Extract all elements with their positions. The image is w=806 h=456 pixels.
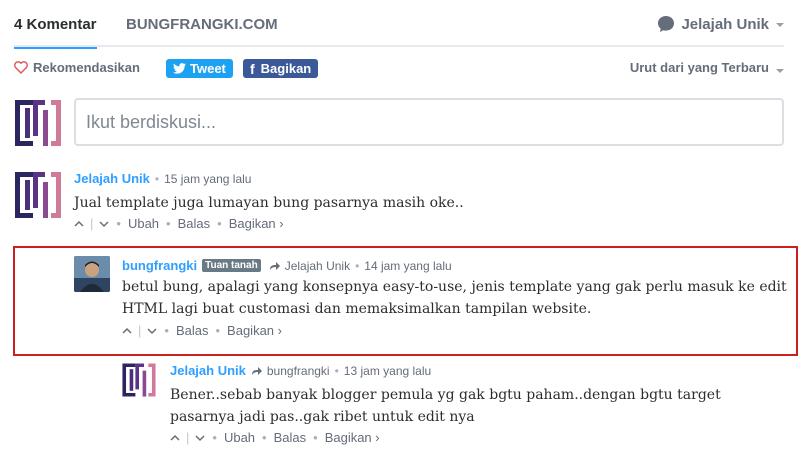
separator-dot: • <box>116 216 121 231</box>
separator-dot: • <box>164 323 169 338</box>
discussion-nav: 4 Komentar BUNGFRANGKI.COM Jelajah Unik <box>14 0 784 49</box>
comment-footer: | • Ubah • Balas • Bagikan › <box>74 216 284 231</box>
comment-author[interactable]: bungfrangki <box>122 258 197 273</box>
chevron-down-icon <box>776 69 784 73</box>
downvote-icon[interactable] <box>99 220 109 228</box>
twitter-bird-icon <box>173 63 186 74</box>
separator-dot: • <box>215 323 221 338</box>
avatar[interactable] <box>121 362 157 398</box>
upvote-icon[interactable] <box>122 327 132 335</box>
recommend-button[interactable]: Rekomendasikan <box>14 60 140 75</box>
tweet-label: Tweet <box>190 61 226 76</box>
separator-dot: • <box>212 430 217 445</box>
separator-dot: • <box>166 216 171 231</box>
reply-arrow-icon <box>251 366 262 375</box>
comment-time[interactable]: 13 jam yang lalu <box>344 364 431 378</box>
facebook-share-button[interactable]: f Bagikan <box>243 59 319 78</box>
avatar[interactable] <box>13 170 63 220</box>
separator-dot: • <box>313 430 318 445</box>
share-link[interactable]: Bagikan › <box>325 430 380 445</box>
reply-to-user[interactable]: Jelajah Unik <box>285 259 350 273</box>
separator-dot: • <box>334 363 339 378</box>
reply-arrow-icon <box>269 261 280 270</box>
comment-body: Jual template juga lumayan bung pasarnya… <box>74 195 464 211</box>
comment-body: Bener..sebab banyak blogger pemula yg ga… <box>170 387 721 425</box>
comment-meta: Jelajah Unik bungfrangki • 13 jam yang l… <box>170 363 431 378</box>
comment-input[interactable] <box>74 98 784 146</box>
reply-link[interactable]: Balas <box>274 430 307 445</box>
reply-to-user[interactable]: bungfrangki <box>267 364 330 378</box>
edit-link[interactable]: Ubah <box>128 216 159 231</box>
sort-label: Urut dari yang Terbaru <box>629 60 769 75</box>
separator-dot: • <box>154 171 160 186</box>
sort-dropdown[interactable]: Urut dari yang Terbaru <box>630 60 784 75</box>
facebook-icon: f <box>250 60 255 77</box>
separator-dot: • <box>355 258 360 273</box>
chevron-down-icon <box>776 23 784 27</box>
comment-footer: | • Ubah • Balas • Bagikan › <box>170 430 380 445</box>
edit-link[interactable]: Ubah <box>224 430 255 445</box>
comment-footer: | • Balas • Bagikan › <box>122 323 282 338</box>
recommend-label: Rekomendasikan <box>33 60 140 75</box>
comment-meta: Jelajah Unik • 15 jam yang lalu <box>74 171 251 186</box>
share-label: Bagikan <box>260 61 312 76</box>
tweet-button[interactable]: Tweet <box>166 59 233 78</box>
vote-separator: | <box>138 323 142 338</box>
comment-time[interactable]: 14 jam yang lalu <box>364 259 451 273</box>
separator-dot: • <box>217 216 222 231</box>
user-avatar <box>13 98 63 148</box>
comment-meta: bungfrangki Tuan tanah Jelajah Unik • 14… <box>122 258 452 273</box>
tab-site[interactable]: BUNGFRANGKI.COM <box>126 16 278 33</box>
heart-icon <box>14 61 28 74</box>
chat-bubble-icon <box>658 16 675 32</box>
reply-link[interactable]: Balas <box>178 216 211 231</box>
share-link[interactable]: Bagikan › <box>227 323 282 338</box>
upvote-icon[interactable] <box>74 220 84 228</box>
user-name: Jelajah Unik <box>681 15 769 33</box>
share-link[interactable]: Bagikan › <box>229 216 284 231</box>
comment-author[interactable]: Jelajah Unik <box>74 171 150 186</box>
downvote-icon[interactable] <box>147 327 157 335</box>
vote-separator: | <box>90 216 94 231</box>
separator-dot: • <box>262 430 267 445</box>
user-photo-icon <box>74 256 110 292</box>
vote-separator: | <box>186 430 190 445</box>
user-menu[interactable]: Jelajah Unik <box>657 15 784 33</box>
reply-link[interactable]: Balas <box>176 323 209 338</box>
upvote-icon[interactable] <box>170 434 180 442</box>
comment-author[interactable]: Jelajah Unik <box>170 363 246 378</box>
comment-body: betul bung, apalagi yang konsepnya easy-… <box>122 279 787 317</box>
comment-time[interactable]: 15 jam yang lalu <box>164 172 251 186</box>
action-bar: Rekomendasikan Tweet f Bagikan Urut dari… <box>14 59 784 79</box>
avatar[interactable] <box>74 256 110 292</box>
tab-comments[interactable]: 4 Komentar <box>14 16 97 49</box>
moderator-badge: Tuan tanah <box>202 259 261 272</box>
downvote-icon[interactable] <box>195 434 205 442</box>
